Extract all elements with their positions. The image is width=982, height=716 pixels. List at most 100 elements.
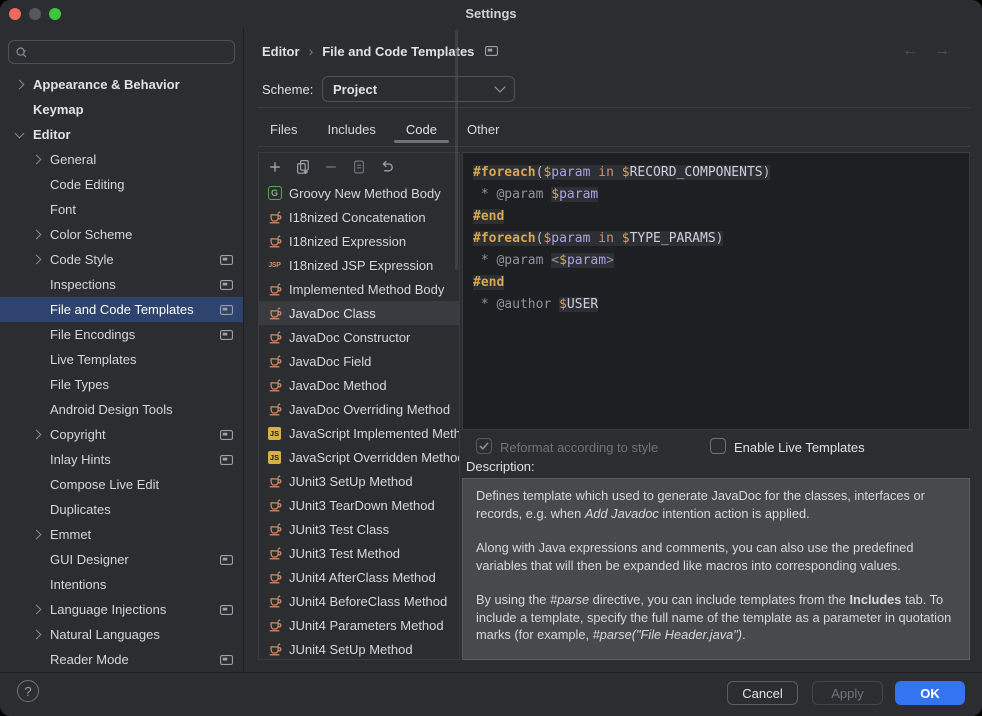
template-item-junit3-teardown-method[interactable]: JUnit3 TearDown Method [259,493,459,517]
sidebar-item-label: Copyright [50,427,220,442]
sidebar-item-natural-languages[interactable]: Natural Languages [0,622,243,647]
template-item-i18nized-concatenation[interactable]: I18nized Concatenation [259,205,459,229]
sidebar-item-label: Inspections [50,277,220,292]
sidebar-item-code-style[interactable]: Code Style [0,247,243,272]
back-arrow-icon[interactable]: ← [902,42,918,60]
template-item-i18nized-expression[interactable]: I18nized Expression [259,229,459,253]
template-item-junit3-test-class[interactable]: JUnit3 Test Class [259,517,459,541]
java-icon [267,618,282,632]
sidebar-item-copyright[interactable]: Copyright [0,422,243,447]
sidebar-item-language-injections[interactable]: Language Injections [0,597,243,622]
chevron-right-icon[interactable] [31,431,50,438]
template-item-junit3-test-method[interactable]: JUnit3 Test Method [259,541,459,565]
sidebar-item-live-templates[interactable]: Live Templates [0,347,243,372]
scheme-select[interactable]: Project [322,76,515,102]
sidebar-item-label: Compose Live Edit [50,477,243,492]
ok-button[interactable]: OK [895,681,965,705]
tab-other[interactable]: Other [465,116,502,143]
chevron-right-icon[interactable] [31,231,50,238]
live-templates-label: Enable Live Templates [734,440,865,455]
add-icon[interactable] [266,158,284,176]
sidebar-item-file-and-code-templates[interactable]: File and Code Templates [0,297,243,322]
sidebar-item-label: Intentions [50,577,243,592]
template-item-junit4-beforeclass-method[interactable]: JUnit4 BeforeClass Method [259,589,459,613]
template-item-label: Implemented Method Body [289,282,444,297]
sidebar-item-editor[interactable]: Editor [0,122,243,147]
tab-files[interactable]: Files [268,116,299,143]
template-item-label: JUnit3 SetUp Method [289,474,413,489]
template-item-groovy-new-method-body[interactable]: GGroovy New Method Body [259,181,459,205]
chevron-right-icon[interactable] [31,531,50,538]
search-input[interactable] [34,44,228,61]
sidebar-item-compose-live-edit[interactable]: Compose Live Edit [0,472,243,497]
sidebar-item-file-encodings[interactable]: File Encodings [0,322,243,347]
sidebar-item-gui-designer[interactable]: GUI Designer [0,547,243,572]
template-item-junit4-setup-method[interactable]: JUnit4 SetUp Method [259,637,459,660]
chevron-down-icon[interactable] [14,133,33,137]
description-box[interactable]: Defines template which used to generate … [462,478,970,660]
java-icon [267,282,282,296]
sidebar-item-color-scheme[interactable]: Color Scheme [0,222,243,247]
template-list-panel: GGroovy New Method Body I18nized Concaten… [258,152,460,660]
template-item-implemented-method-body[interactable]: Implemented Method Body [259,277,459,301]
template-item-label: I18nized Concatenation [289,210,426,225]
chevron-right-icon[interactable] [31,256,50,263]
tab-bar: Files Includes Code Other [268,116,501,143]
window-title: Settings [0,0,982,28]
remove-icon[interactable] [322,158,340,176]
tab-code[interactable]: Code [404,116,439,143]
sidebar-item-inspections[interactable]: Inspections [0,272,243,297]
template-item-javadoc-overriding-method[interactable]: JavaDoc Overriding Method [259,397,459,421]
cancel-button[interactable]: Cancel [727,681,798,705]
template-editor[interactable]: #foreach($param in $RECORD_COMPONENTS) *… [462,152,970,430]
list-scrollbar[interactable] [455,30,458,270]
sidebar-item-appearance-behavior[interactable]: Appearance & Behavior [0,72,243,97]
sidebar-item-keymap[interactable]: Keymap [0,97,243,122]
live-templates-checkbox[interactable] [710,438,726,454]
template-item-javadoc-constructor[interactable]: JavaDoc Constructor [259,325,459,349]
sidebar-item-label: General [50,152,243,167]
template-item-javadoc-class[interactable]: JavaDoc Class [259,301,459,325]
chevron-right-icon[interactable] [14,81,33,88]
template-item-i18nized-jsp-expression[interactable]: JSPI18nized JSP Expression [259,253,459,277]
template-item-javascript-implemented-method[interactable]: JSJavaScript Implemented Method [259,421,459,445]
template-item-label: JavaDoc Method [289,378,387,393]
reset-icon[interactable] [378,158,396,176]
copy-icon[interactable] [294,158,312,176]
reformat-checkbox[interactable] [476,438,492,454]
template-item-javadoc-method[interactable]: JavaDoc Method [259,373,459,397]
tab-includes[interactable]: Includes [325,116,377,143]
breadcrumb-separator-icon: › [309,43,314,59]
duplicate-icon[interactable] [350,158,368,176]
sidebar-item-label: Font [50,202,243,217]
sidebar-item-emmet[interactable]: Emmet [0,522,243,547]
sidebar-item-intentions[interactable]: Intentions [0,572,243,597]
template-item-javascript-overridden-method[interactable]: JSJavaScript Overridden Method [259,445,459,469]
template-item-label: JUnit4 Parameters Method [289,618,444,633]
template-item-junit4-afterclass-method[interactable]: JUnit4 AfterClass Method [259,565,459,589]
chevron-right-icon[interactable] [31,631,50,638]
sidebar-item-reader-mode[interactable]: Reader Mode [0,647,243,672]
template-item-junit3-setup-method[interactable]: JUnit3 SetUp Method [259,469,459,493]
sidebar-item-font[interactable]: Font [0,197,243,222]
code-line: #end [473,272,959,294]
template-item-junit4-parameters-method[interactable]: JUnit4 Parameters Method [259,613,459,637]
breadcrumb-editor[interactable]: Editor [262,44,300,59]
java-icon [267,474,282,488]
sidebar-item-duplicates[interactable]: Duplicates [0,497,243,522]
forward-arrow-icon[interactable]: → [934,42,950,60]
sidebar-item-inlay-hints[interactable]: Inlay Hints [0,447,243,472]
sidebar-item-android-design-tools[interactable]: Android Design Tools [0,397,243,422]
apply-button[interactable]: Apply [812,681,883,705]
chevron-right-icon[interactable] [31,156,50,163]
chevron-right-icon[interactable] [31,606,50,613]
sidebar-item-general[interactable]: General [0,147,243,172]
sidebar-item-label: File Encodings [50,327,220,342]
search-field[interactable] [8,40,235,64]
template-item-javadoc-field[interactable]: JavaDoc Field [259,349,459,373]
java-icon [267,498,282,512]
sidebar-item-code-editing[interactable]: Code Editing [0,172,243,197]
screen-icon [485,46,498,56]
sidebar-item-file-types[interactable]: File Types [0,372,243,397]
help-button[interactable]: ? [17,680,39,702]
